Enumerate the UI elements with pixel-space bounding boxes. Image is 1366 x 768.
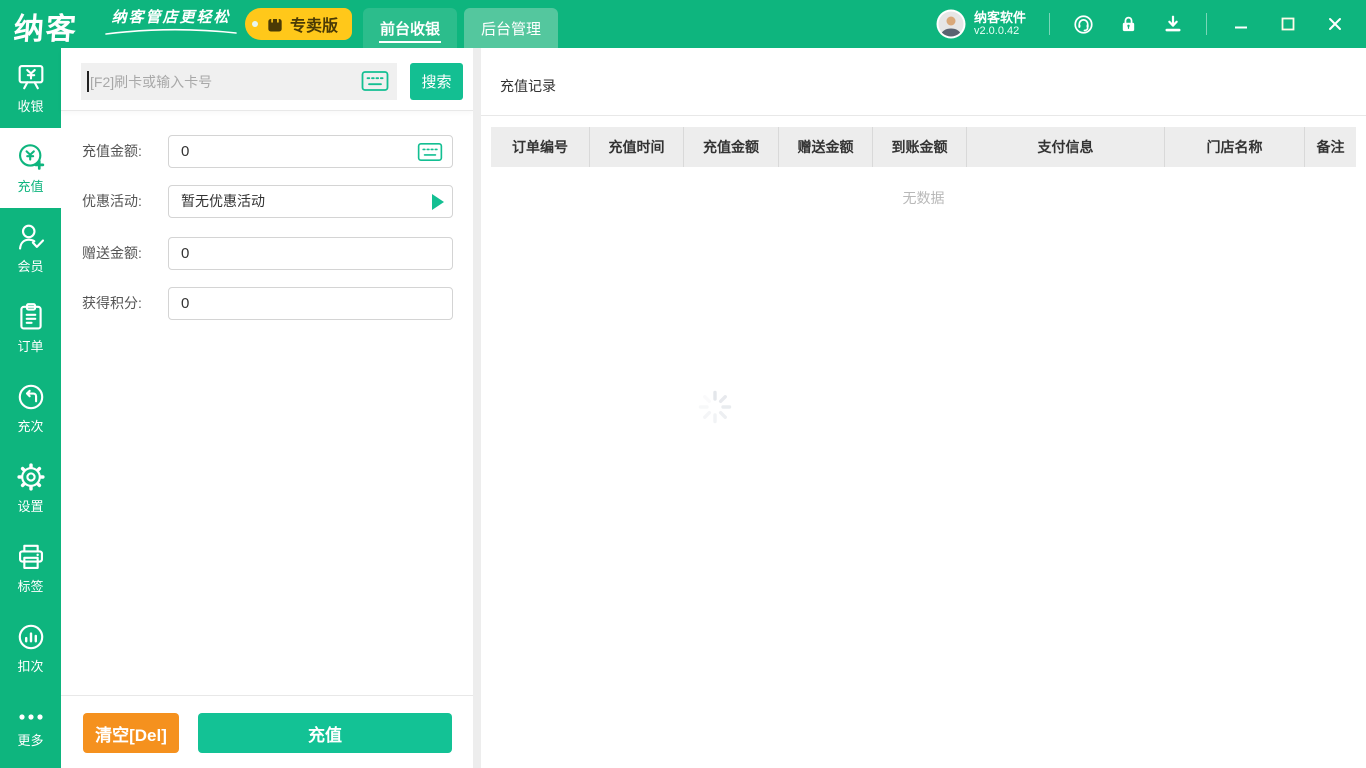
column-header: 充值金额 bbox=[684, 127, 779, 167]
promotion-select[interactable]: 暂无优惠活动 bbox=[168, 185, 453, 218]
column-header: 支付信息 bbox=[967, 127, 1165, 167]
recharge-records-panel: 充值记录 订单编号 充值时间 充值金额 赠送金额 到账金额 支付信息 门店名称 … bbox=[481, 48, 1366, 768]
avatar bbox=[936, 9, 966, 39]
card-search-input[interactable] bbox=[81, 63, 397, 100]
app-logo: 纳客 bbox=[12, 4, 79, 48]
sidebar-item-label: 标签 bbox=[17, 576, 43, 595]
slogan-underline bbox=[102, 28, 240, 36]
keyboard-icon[interactable] bbox=[361, 70, 389, 92]
recharge-times-icon bbox=[15, 381, 47, 413]
recharge-submit-button[interactable]: 充值 bbox=[198, 713, 452, 753]
user-block[interactable]: 纳客软件 v2.0.0.42 bbox=[936, 9, 1026, 39]
empty-state-text: 无数据 bbox=[491, 188, 1356, 208]
bonus-amount-row: 赠送金额: bbox=[61, 237, 473, 270]
sidebar-item-member[interactable]: 会员 bbox=[0, 208, 61, 288]
bonus-amount-label: 赠送金额: bbox=[82, 237, 142, 270]
sidebar-item-label: 更多 bbox=[17, 730, 43, 749]
card-search-box bbox=[81, 63, 397, 100]
points-input[interactable] bbox=[169, 288, 452, 319]
column-header: 充值时间 bbox=[590, 127, 684, 167]
column-header: 门店名称 bbox=[1165, 127, 1305, 167]
card-search-row: 搜索 bbox=[61, 48, 473, 110]
member-icon bbox=[15, 221, 47, 253]
sidebar-item-settings[interactable]: 设置 bbox=[0, 448, 61, 528]
tab-front-cashier[interactable]: 前台收银 bbox=[363, 8, 457, 48]
sidebar-item-more[interactable]: 更多 bbox=[0, 688, 61, 768]
maximize-icon[interactable] bbox=[1275, 11, 1301, 37]
support-icon[interactable] bbox=[1071, 12, 1095, 36]
sidebar-item-orders[interactable]: 订单 bbox=[0, 288, 61, 368]
settings-icon bbox=[15, 461, 47, 493]
records-title: 充值记录 bbox=[500, 76, 556, 96]
order-icon bbox=[15, 301, 47, 333]
promotion-value: 暂无优惠活动 bbox=[181, 186, 265, 217]
main-tabs: 前台收银 后台管理 bbox=[363, 8, 558, 48]
records-table-header: 订单编号 充值时间 充值金额 赠送金额 到账金额 支付信息 门店名称 备注 bbox=[491, 127, 1356, 167]
promotion-label: 优惠活动: bbox=[82, 185, 142, 218]
sidebar-item-label: 会员 bbox=[17, 256, 43, 275]
lock-icon[interactable] bbox=[1116, 12, 1140, 36]
panel-divider bbox=[481, 115, 1366, 116]
recharge-icon bbox=[15, 141, 47, 173]
topbar-divider bbox=[1206, 13, 1207, 35]
minimize-icon[interactable] bbox=[1228, 11, 1254, 37]
keyboard-icon[interactable] bbox=[417, 142, 443, 162]
bonus-amount-input[interactable] bbox=[169, 238, 452, 269]
user-name: 纳客软件 bbox=[974, 10, 1026, 25]
triangle-right-icon[interactable] bbox=[432, 194, 444, 210]
recharge-amount-row: 充值金额: bbox=[61, 135, 473, 168]
topbar: 纳客 纳客管店更轻松 专卖版 前台收银 后台管理 bbox=[0, 0, 1366, 48]
badge-label: 专卖版 bbox=[290, 12, 338, 36]
sidebar-item-label: 充值 bbox=[17, 176, 43, 195]
column-header: 备注 bbox=[1305, 127, 1356, 167]
recharge-amount-input[interactable] bbox=[169, 136, 452, 167]
column-header: 到账金额 bbox=[873, 127, 967, 167]
topbar-right-controls: 纳客软件 v2.0.0.42 bbox=[936, 0, 1348, 48]
sidebar-item-recharge[interactable]: 充值 bbox=[0, 128, 61, 208]
sidebar-item-label-print[interactable]: 标签 bbox=[0, 528, 61, 608]
slogan: 纳客管店更轻松 bbox=[102, 6, 240, 36]
loading-spinner-icon bbox=[697, 389, 733, 425]
sidebar-item-recharge-times[interactable]: 充次 bbox=[0, 368, 61, 448]
recharge-panel: 搜索 充值金额: 优惠活动: 暂无优惠活动 赠送金额: bbox=[61, 48, 473, 768]
tab-back-office[interactable]: 后台管理 bbox=[464, 8, 558, 48]
panel-gap bbox=[473, 48, 481, 768]
badge-hole bbox=[252, 21, 258, 27]
slogan-text: 纳客管店更轻松 bbox=[111, 9, 230, 26]
nake-pos-app: 纳客 纳客管店更轻松 专卖版 前台收银 后台管理 bbox=[0, 0, 1366, 768]
sidebar-item-deduct-times[interactable]: 扣次 bbox=[0, 608, 61, 688]
column-header: 赠送金额 bbox=[779, 127, 873, 167]
edition-badge: 专卖版 bbox=[245, 8, 352, 40]
sidebar-item-label: 收银 bbox=[17, 96, 43, 115]
points-row: 获得积分: bbox=[61, 287, 473, 320]
recharge-amount-label: 充值金额: bbox=[82, 135, 142, 168]
app-version: v2.0.0.42 bbox=[974, 25, 1026, 38]
sidebar-item-label: 订单 bbox=[17, 336, 43, 355]
more-icon bbox=[15, 707, 47, 727]
cashier-icon bbox=[15, 61, 47, 93]
column-header: 订单编号 bbox=[491, 127, 590, 167]
sidebar-item-label: 扣次 bbox=[17, 656, 43, 675]
clear-button[interactable]: 清空[Del] bbox=[83, 713, 179, 753]
sidebar-nav: 收银 充值 会员 订单 bbox=[0, 48, 61, 768]
shopping-bag-icon bbox=[265, 14, 285, 34]
sidebar-item-label: 充次 bbox=[17, 416, 43, 435]
download-icon[interactable] bbox=[1161, 12, 1185, 36]
close-icon[interactable] bbox=[1322, 11, 1348, 37]
search-button[interactable]: 搜索 bbox=[410, 63, 463, 100]
promotion-row: 优惠活动: 暂无优惠活动 bbox=[61, 185, 473, 218]
label-print-icon bbox=[15, 541, 47, 573]
sidebar-item-cashier[interactable]: 收银 bbox=[0, 48, 61, 128]
topbar-divider bbox=[1049, 13, 1050, 35]
sidebar-item-label: 设置 bbox=[17, 496, 43, 515]
points-label: 获得积分: bbox=[82, 287, 142, 320]
deduct-times-icon bbox=[15, 621, 47, 653]
panel-divider bbox=[61, 695, 473, 696]
